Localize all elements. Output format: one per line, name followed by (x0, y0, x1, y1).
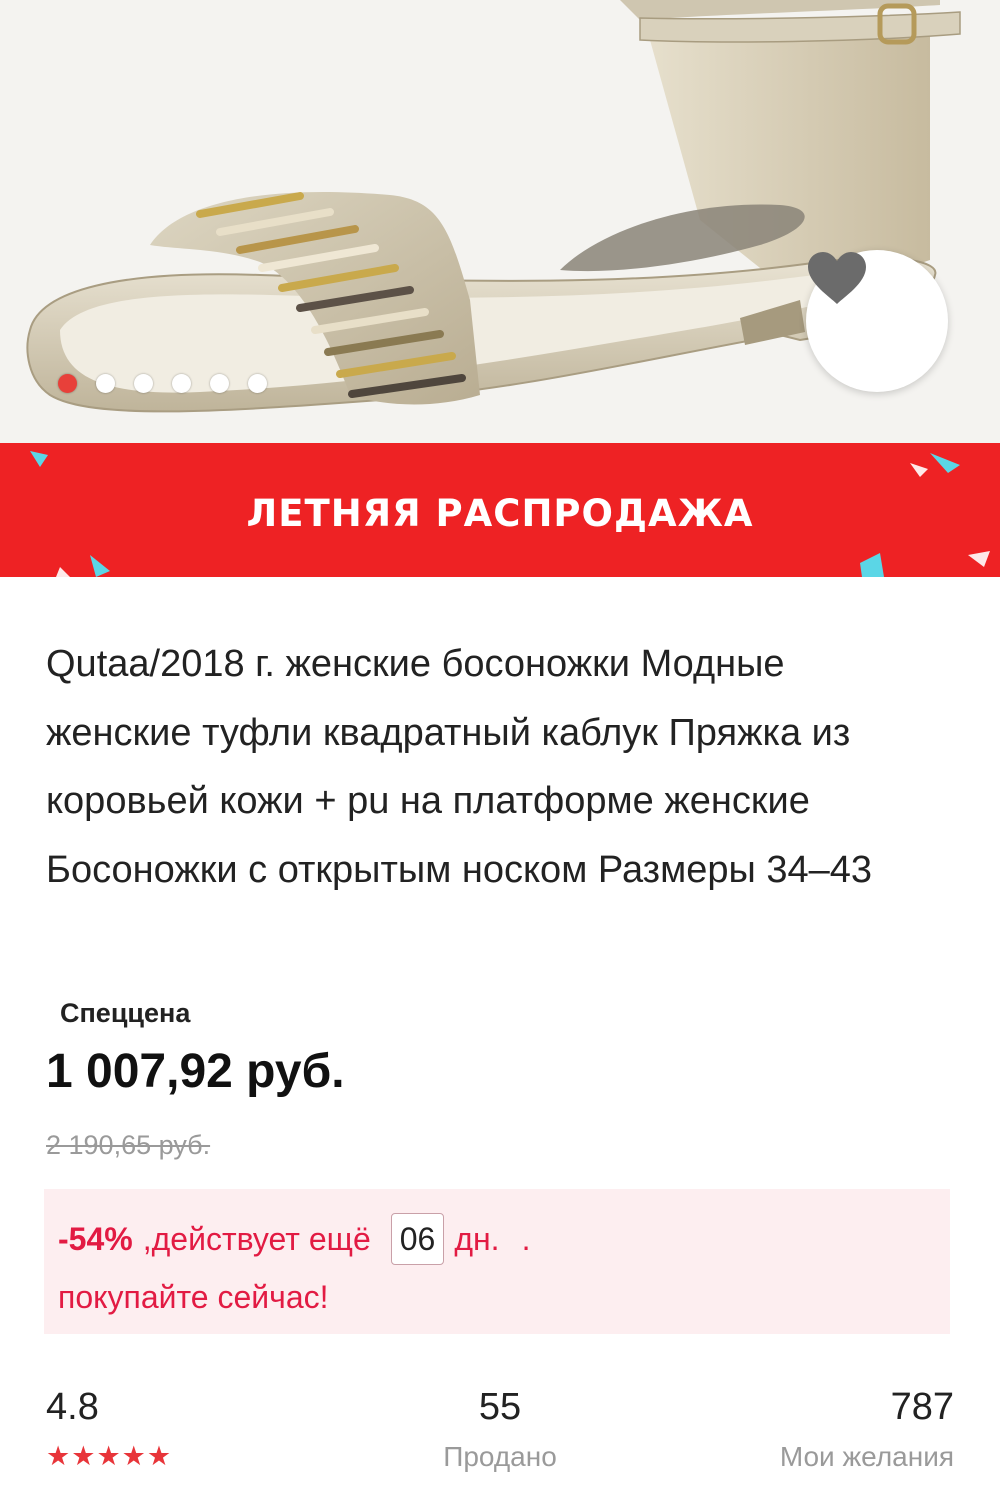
countdown-days: 06 (390, 1213, 445, 1265)
banner-title: ЛЕТНЯЯ РАСПРОДАЖА (246, 492, 754, 535)
gallery-dot[interactable] (172, 374, 191, 393)
countdown-text: ,действует ещё (142, 1220, 371, 1257)
gallery-dot[interactable] (248, 374, 267, 393)
rating-stat[interactable]: 4.8 ★ ★ ★ ★ ★ (46, 1386, 171, 1470)
wishlist-button[interactable] (806, 250, 948, 392)
discount-countdown: -54% ,действует ещё 06 дн. . покупайте с… (44, 1189, 950, 1334)
current-price: 1 007,92 руб. (46, 1045, 345, 1098)
gallery-dot[interactable] (96, 374, 115, 393)
summer-sale-banner[interactable]: ЛЕТНЯЯ РАСПРОДАЖА (0, 443, 1000, 577)
product-title: Qutaa/2018 г. женские босоножки Модные ж… (46, 643, 873, 891)
rating-value: 4.8 (46, 1386, 99, 1428)
discount-countdown-line: -54% ,действует ещё 06 дн. . (58, 1213, 530, 1265)
heart-icon (808, 252, 866, 304)
product-stats: 4.8 ★ ★ ★ ★ ★ 55 Продано 787 Мои желания (0, 1386, 1000, 1498)
countdown-days-unit: дн. (454, 1220, 500, 1257)
wishlist-stat[interactable]: 787 Мои желания (780, 1386, 954, 1473)
star-icon: ★ (146, 1441, 172, 1472)
rating-stars: ★ ★ ★ ★ ★ (46, 1443, 171, 1470)
gallery-pagination (58, 374, 267, 393)
special-price-label: Спеццена (60, 998, 191, 1028)
gallery-dot[interactable] (58, 374, 77, 393)
gallery-dot[interactable] (134, 374, 153, 393)
star-icon: ★ (71, 1441, 96, 1472)
original-price: 2 190,65 руб. (46, 1130, 211, 1160)
star-icon: ★ (46, 1441, 71, 1472)
sold-label: Продано (443, 1441, 557, 1472)
star-icon: ★ (121, 1441, 146, 1472)
buy-now-text: покупайте сейчас! (58, 1279, 329, 1315)
wishlist-count: 787 (890, 1386, 954, 1428)
wishlist-label: Мои желания (779, 1441, 954, 1472)
sold-count: 55 (478, 1386, 522, 1428)
sold-stat: 55 Продано (432, 1386, 568, 1473)
gallery-dot[interactable] (210, 374, 229, 393)
countdown-dot: . (521, 1220, 531, 1257)
product-image-gallery[interactable] (0, 0, 1000, 443)
star-icon: ★ (96, 1441, 121, 1472)
discount-percent: -54% (58, 1220, 133, 1257)
